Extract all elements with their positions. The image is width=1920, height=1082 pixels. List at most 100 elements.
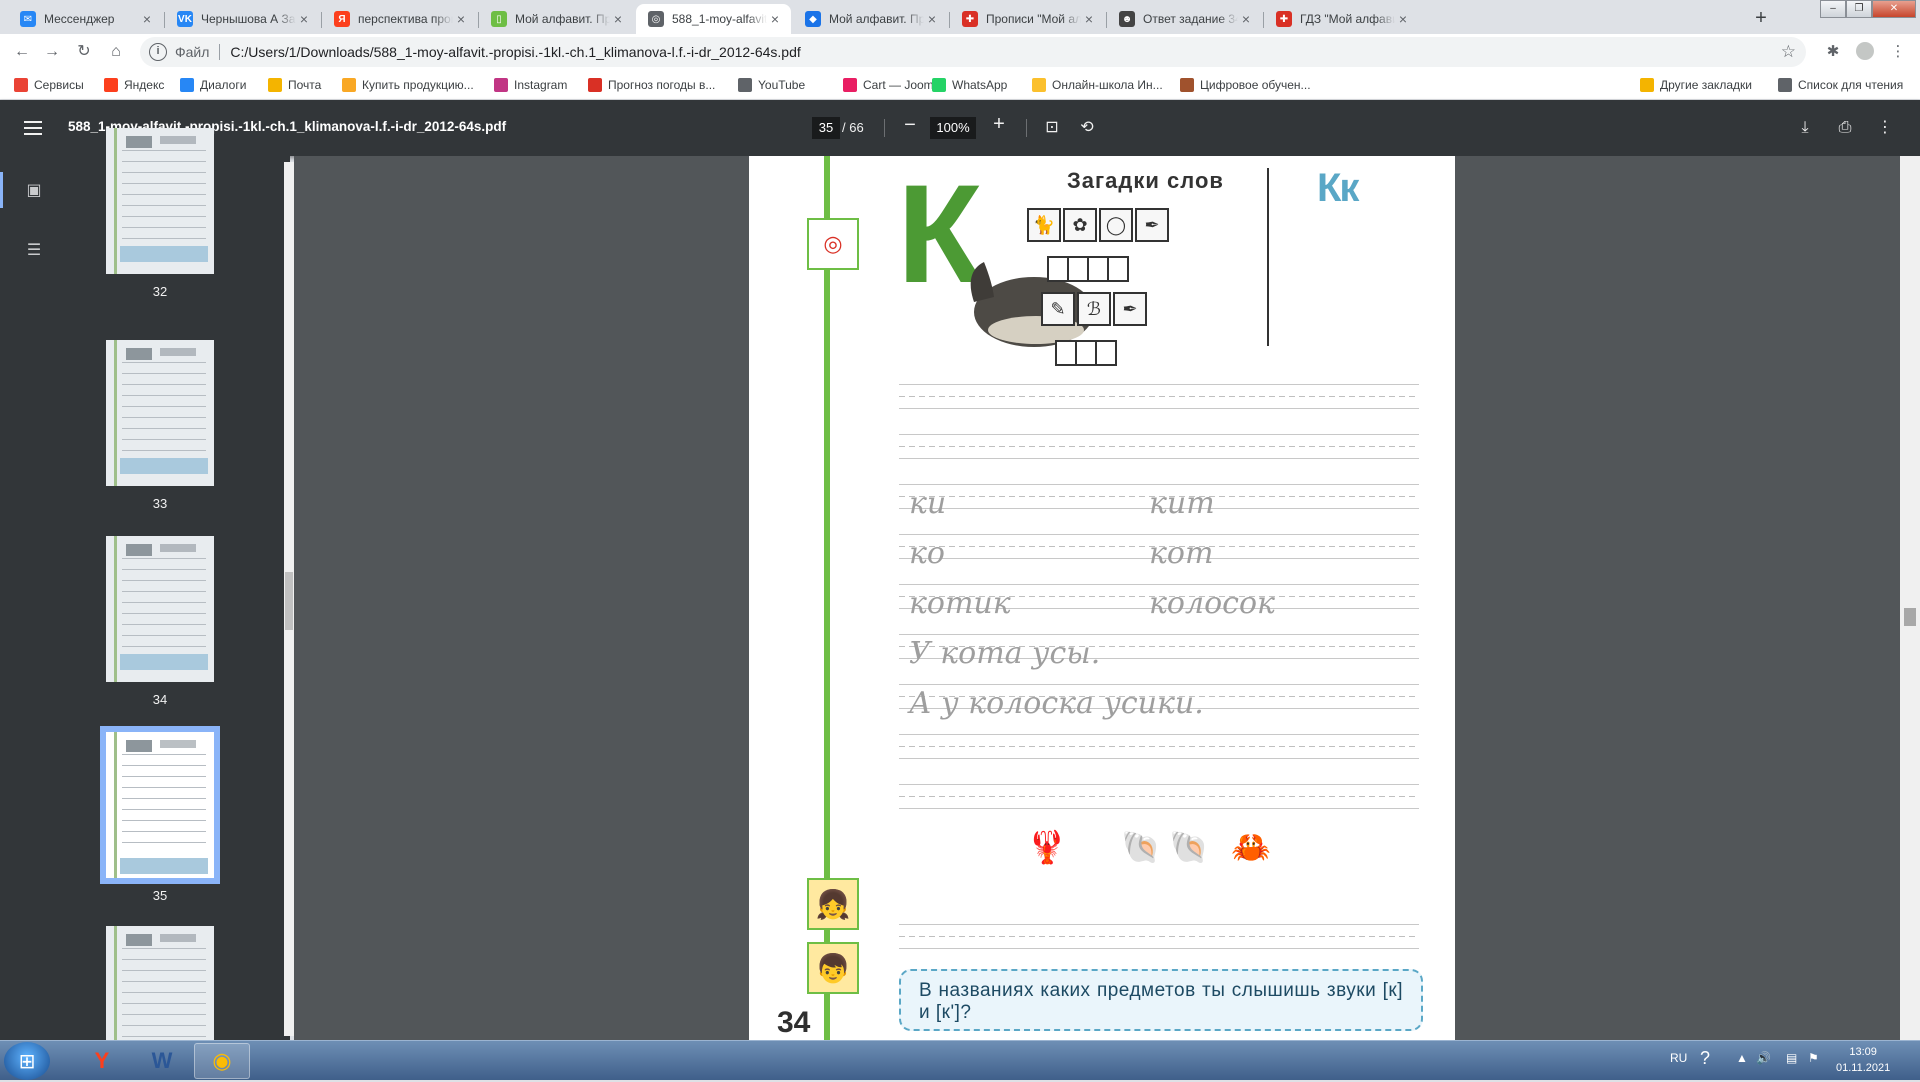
tab-close-icon[interactable]: × bbox=[610, 11, 626, 27]
browser-tab[interactable]: VK Чернышова А За Консп× bbox=[165, 4, 320, 34]
seashell-icon: 🐚 bbox=[1121, 829, 1161, 865]
book-icon: ▯ bbox=[491, 11, 507, 27]
fit-page-icon[interactable]: ⊡ bbox=[1040, 116, 1064, 140]
tab-close-icon[interactable]: × bbox=[139, 11, 155, 27]
page-number-input[interactable]: 35 bbox=[812, 117, 840, 139]
browser-tab[interactable]: ▯ Мой алфавит. Прописи× bbox=[479, 4, 634, 34]
vk-icon bbox=[180, 78, 194, 92]
restore-button[interactable]: ❐ bbox=[1846, 0, 1872, 18]
flag-icon[interactable]: ⚑ bbox=[1808, 1051, 1819, 1065]
more-actions-icon[interactable]: ⋮ bbox=[1873, 116, 1897, 140]
bookmark-item[interactable]: Список для чтения bbox=[1778, 76, 1903, 94]
viewer-scroll-thumb[interactable] bbox=[1904, 608, 1916, 626]
minimize-button[interactable]: – bbox=[1820, 0, 1846, 18]
tab-title: Мой алфавит. Прописи bbox=[829, 12, 924, 26]
forward-button[interactable]: → bbox=[40, 40, 64, 64]
pdf-page: ◎ 👧 👦 К Загадки слов 🐈 ✿ ◯ ✒ ✎ ℬ ✒ Кк ки… bbox=[749, 156, 1455, 1040]
sound-scheme-icon: ◎ bbox=[807, 218, 859, 270]
home-button[interactable]: ⌂ bbox=[104, 40, 128, 64]
tab-close-icon[interactable]: × bbox=[767, 11, 783, 27]
user-icon: ☻ bbox=[1119, 11, 1135, 27]
bookmark-item[interactable]: Онлайн-школа Ин... bbox=[1032, 76, 1163, 94]
bookmark-item[interactable]: Почта bbox=[268, 76, 321, 94]
toolbar-divider bbox=[884, 119, 885, 137]
question-box: В названиях каких предметов ты слышишь з… bbox=[899, 969, 1423, 1031]
yandex-browser-icon[interactable]: Y bbox=[74, 1043, 130, 1079]
url-text[interactable]: C:/Users/1/Downloads/588_1-moy-alfavit.-… bbox=[230, 44, 800, 60]
browser-tab[interactable]: ✚ ГДЗ "Мой алфавит" про× bbox=[1264, 4, 1419, 34]
profile-avatar[interactable] bbox=[1855, 42, 1875, 62]
chrome-app-icon[interactable]: ◉ bbox=[194, 1043, 250, 1079]
tab-separator bbox=[949, 12, 950, 28]
reload-button[interactable]: ↻ bbox=[72, 40, 96, 64]
zoom-level-input[interactable]: 100% bbox=[930, 117, 976, 139]
pdf-viewer[interactable]: ◎ 👧 👦 К Загадки слов 🐈 ✿ ◯ ✒ ✎ ℬ ✒ Кк ки… bbox=[294, 156, 1900, 1040]
bookmark-star-icon[interactable]: ☆ bbox=[1781, 42, 1796, 62]
rotate-icon[interactable]: ⟲ bbox=[1075, 116, 1099, 140]
pin-icon: ✚ bbox=[1276, 11, 1292, 27]
page-thumbnail[interactable]: 33 bbox=[106, 340, 214, 511]
folder-icon bbox=[1640, 78, 1654, 92]
sidebar-scroll-thumb[interactable] bbox=[285, 572, 293, 630]
browser-menu-icon[interactable]: ⋮ bbox=[1888, 42, 1908, 62]
vk-icon: VK bbox=[177, 11, 193, 27]
bookmark-item[interactable]: Сервисы bbox=[14, 76, 84, 94]
tab-close-icon[interactable]: × bbox=[1238, 11, 1254, 27]
system-clock[interactable]: 13:09 01.11.2021 bbox=[1836, 1044, 1890, 1076]
pin-icon: ✚ bbox=[962, 11, 978, 27]
bookmark-item[interactable]: Другие закладки bbox=[1640, 76, 1752, 94]
bookmark-label: Другие закладки bbox=[1660, 78, 1752, 92]
thumbnail-image bbox=[106, 536, 214, 682]
tab-close-icon[interactable]: × bbox=[924, 11, 940, 27]
tab-close-icon[interactable]: × bbox=[1081, 11, 1097, 27]
bookmark-item[interactable]: Купить продукцию... bbox=[342, 76, 474, 94]
page-thumbnail[interactable]: 34 bbox=[106, 536, 214, 707]
bookmarks-bar: Сервисы Яндекс Диалоги Почта Купить продукци… bbox=[0, 70, 1920, 100]
start-button[interactable]: ⊞ bbox=[4, 1042, 50, 1080]
bookmark-item[interactable]: Прогноз погоды в... bbox=[588, 76, 715, 94]
tray-expand-icon[interactable]: ▲ bbox=[1736, 1051, 1748, 1065]
help-icon[interactable]: ? bbox=[1700, 1048, 1710, 1069]
bookmark-item[interactable]: WhatsApp bbox=[932, 76, 1007, 94]
zoom-out-button[interactable]: − bbox=[899, 114, 921, 137]
zoom-in-button[interactable]: + bbox=[988, 113, 1010, 136]
language-indicator[interactable]: RU bbox=[1670, 1051, 1687, 1065]
page-thumbnail[interactable]: 32 bbox=[106, 128, 214, 299]
bookmark-label: Список для чтения bbox=[1798, 78, 1904, 92]
outline-view-icon[interactable]: ☰ bbox=[20, 236, 48, 264]
sidebar-scrollbar[interactable] bbox=[284, 162, 294, 1036]
browser-tab[interactable]: Яперспектива пропись -× bbox=[322, 4, 477, 34]
tab-close-icon[interactable]: × bbox=[453, 11, 469, 27]
thumbnails-view-icon[interactable]: ▣ bbox=[20, 176, 48, 204]
bookmark-item[interactable]: Instagram bbox=[494, 76, 567, 94]
browser-tab[interactable]: ✉ Мессенджер × bbox=[8, 4, 163, 34]
browser-tab[interactable]: ◎ 588_1-moy-alfavit.-prop× bbox=[636, 4, 791, 34]
browser-tab[interactable]: ◆ Мой алфавит. Прописи× bbox=[793, 4, 948, 34]
bookmark-item[interactable]: YouTube bbox=[738, 76, 805, 94]
bookmark-item[interactable]: Яндекс bbox=[104, 76, 164, 94]
page-thumbnail[interactable]: 35 bbox=[100, 726, 220, 903]
ruled-line bbox=[899, 396, 1419, 397]
close-window-button[interactable]: ✕ bbox=[1872, 0, 1916, 18]
volume-icon[interactable]: 🔊 bbox=[1756, 1051, 1771, 1065]
address-bar[interactable]: i Файл C:/Users/1/Downloads/588_1-moy-al… bbox=[140, 37, 1806, 67]
printed-page-number: 34 bbox=[777, 1006, 811, 1039]
bookmark-item[interactable]: Диалоги bbox=[180, 76, 246, 94]
back-button[interactable]: ← bbox=[10, 40, 34, 64]
ruled-line bbox=[899, 734, 1419, 735]
download-icon[interactable]: ⤓ bbox=[1793, 116, 1817, 140]
browser-tab[interactable]: ✚ Прописи "Мой алфави× bbox=[950, 4, 1105, 34]
tab-close-icon[interactable]: × bbox=[296, 11, 312, 27]
sidebar-toggle-menu-icon[interactable] bbox=[22, 117, 44, 139]
site-info-icon[interactable]: i bbox=[149, 43, 167, 61]
viewer-scrollbar[interactable] bbox=[1900, 156, 1920, 1040]
word-app-icon[interactable]: W bbox=[134, 1043, 190, 1079]
bookmark-item[interactable]: Цифровое обучен... bbox=[1180, 76, 1311, 94]
browser-tab[interactable]: ☻ Ответ задание 34 Мой× bbox=[1107, 4, 1262, 34]
extensions-icon[interactable]: ✱ bbox=[1823, 42, 1843, 62]
network-icon[interactable]: ▤ bbox=[1786, 1051, 1797, 1065]
bookmark-item[interactable]: Cart — Joom bbox=[843, 76, 934, 94]
new-tab-button[interactable]: + bbox=[1748, 6, 1774, 32]
tab-close-icon[interactable]: × bbox=[1395, 11, 1411, 27]
print-icon[interactable]: ⎙ bbox=[1833, 116, 1857, 140]
